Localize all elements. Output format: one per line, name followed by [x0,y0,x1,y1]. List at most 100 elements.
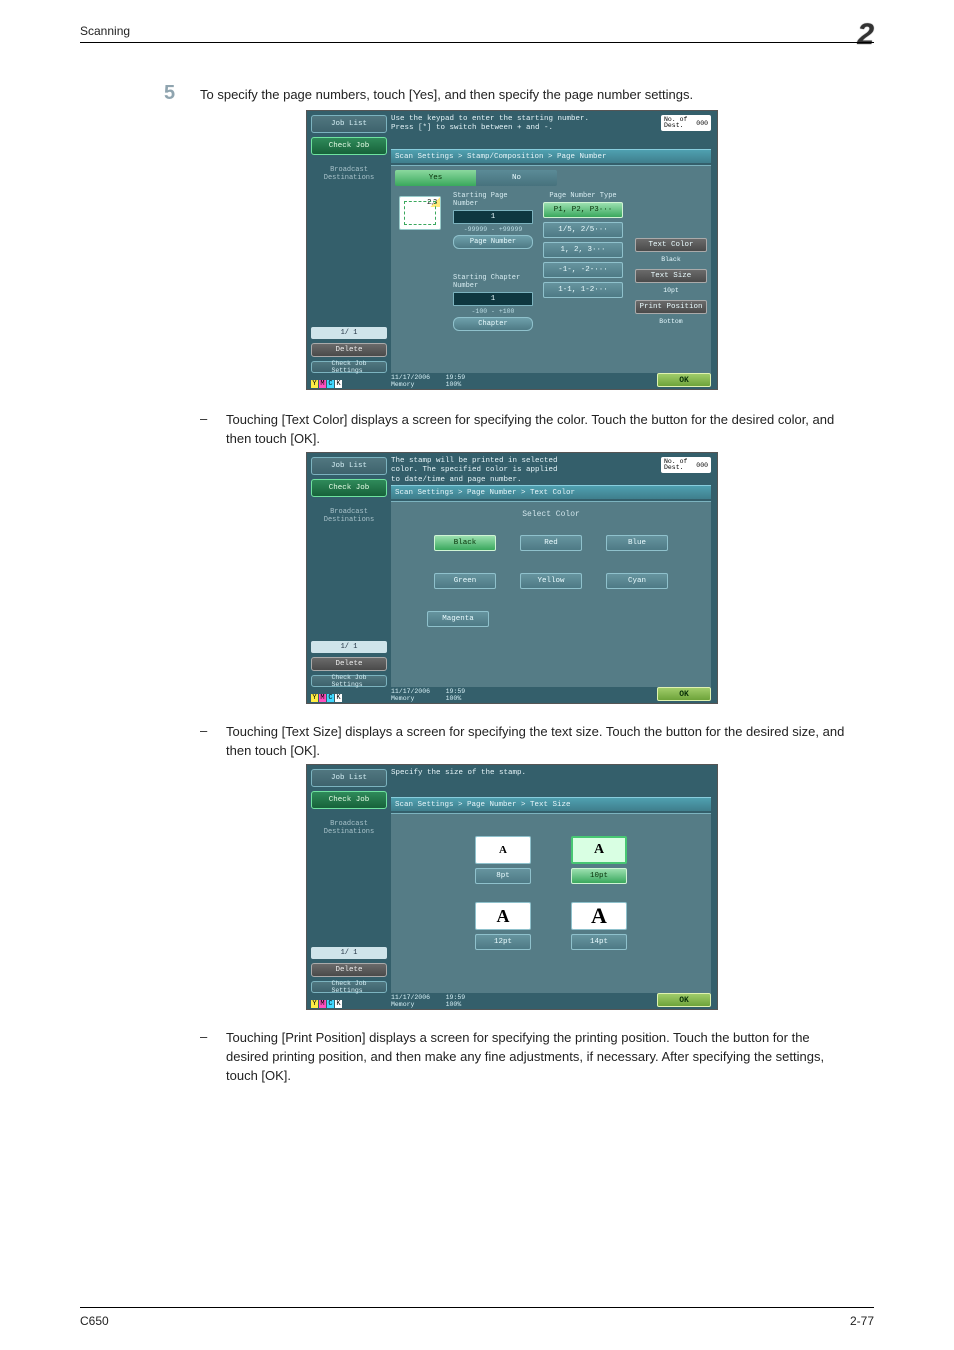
starting-chapter-range: -100 - +100 [453,308,533,315]
size-preview-12pt: A [475,902,531,930]
size-10pt[interactable]: 10pt [571,868,627,884]
header-rule [80,42,874,43]
check-job-settings-button[interactable]: Check Job Settings [311,675,387,687]
job-list-button[interactable]: Job List [311,457,387,475]
page-number-keypad-button[interactable]: Page Number [453,235,533,249]
preview-text: 2,3 [427,199,437,206]
delete-button[interactable]: Delete [311,657,387,671]
status-bar: 11/17/2006 19:59 Memory 100% [391,688,465,702]
starting-chapter-label: Starting Chapter Number [453,274,533,290]
broadcast-label: Broadcast Destinations [311,509,387,524]
color-red[interactable]: Red [520,535,582,551]
page-preview: 2,3 [399,196,441,230]
job-list-button[interactable]: Job List [311,769,387,787]
type-opt-15[interactable]: 1/5, 2/5··· [543,222,623,238]
text-color-value: Black [635,256,707,263]
size-8pt[interactable]: 8pt [475,868,531,884]
delete-button[interactable]: Delete [311,343,387,357]
toner-indicators: Y M C K [311,996,342,1008]
ok-button[interactable]: OK [657,687,711,701]
starting-page-range: -99999 - +99999 [453,226,533,233]
toner-k: K [335,694,342,702]
check-job-button[interactable]: Check Job [311,791,387,809]
size-14pt[interactable]: 14pt [571,934,627,950]
color-blue[interactable]: Blue [606,535,668,551]
dest-counter-label: No. of Dest. [664,117,687,130]
toner-c: C [327,1000,334,1008]
check-job-button[interactable]: Check Job [311,137,387,155]
size-12pt[interactable]: 12pt [475,934,531,950]
tip-text: Use the keypad to enter the starting num… [391,115,657,134]
bullet-c-text: Touching [Print Position] displays a scr… [226,1029,854,1086]
text-size-button[interactable]: Text Size [635,269,707,283]
footer-page: 2-77 [850,1314,874,1328]
check-job-settings-button[interactable]: Check Job Settings [311,981,387,993]
size-preview-10pt: A [571,836,627,864]
bullet-a-text: Touching [Text Color] displays a screen … [226,411,854,449]
bullet-dash: – [200,723,207,738]
type-opt-p1[interactable]: P1, P2, P3··· [543,202,623,218]
bullet-dash: – [200,1029,207,1044]
color-green[interactable]: Green [434,573,496,589]
type-opt-11[interactable]: 1-1, 1-2··· [543,282,623,298]
toner-m: M [319,1000,326,1008]
color-yellow[interactable]: Yellow [520,573,582,589]
size-preview-8pt: A [475,836,531,864]
status-bar: 11/17/2006 19:59 Memory 100% [391,994,465,1008]
starting-page-label: Starting Page Number [453,192,533,208]
status-bar: 11/17/2006 19:59 Memory 100% [391,374,465,388]
screenshot-text-color: Job List Check Job Broadcast Destination… [306,452,718,704]
page-counter: 1/ 1 [311,641,387,653]
toner-c: C [327,694,334,702]
color-magenta[interactable]: Magenta [427,611,489,627]
ok-button[interactable]: OK [657,993,711,1007]
tip-text: Specify the size of the stamp. [391,769,657,778]
color-black[interactable]: Black [434,535,496,551]
starting-chapter-value: 1 [453,292,533,306]
dest-counter: No. of Dest. 000 [661,457,711,473]
dest-counter-value: 000 [696,462,708,469]
dest-counter-value: 000 [696,120,708,127]
toner-y: Y [311,380,318,388]
color-cyan[interactable]: Cyan [606,573,668,589]
bullet-dash: – [200,411,207,426]
screenshot-text-size: Job List Check Job Broadcast Destination… [306,764,718,1010]
check-job-button[interactable]: Check Job [311,479,387,497]
select-color-heading: Select Color [391,502,711,525]
no-button[interactable]: No [476,170,557,186]
chapter-keypad-button[interactable]: Chapter [453,317,533,331]
breadcrumb: Scan Settings > Page Number > Text Size [391,797,711,811]
text-color-button[interactable]: Text Color [635,238,707,252]
step-number: 5 [164,82,175,105]
toner-indicators: Y M C K [311,690,342,702]
check-job-settings-button[interactable]: Check Job Settings [311,361,387,373]
text-size-value: 10pt [635,287,707,294]
page-counter: 1/ 1 [311,327,387,339]
page-header-section: Scanning [80,24,130,38]
delete-button[interactable]: Delete [311,963,387,977]
ok-button[interactable]: OK [657,373,711,387]
toner-indicators: Y M C K [311,376,342,388]
toner-y: Y [311,694,318,702]
breadcrumb: Scan Settings > Stamp/Composition > Page… [391,149,711,163]
toner-m: M [319,380,326,388]
print-position-button[interactable]: Print Position [635,300,707,314]
broadcast-label: Broadcast Destinations [311,821,387,836]
job-list-button[interactable]: Job List [311,115,387,133]
footer-rule [80,1307,874,1308]
type-opt-123[interactable]: 1, 2, 3··· [543,242,623,258]
toner-k: K [335,380,342,388]
toner-k: K [335,1000,342,1008]
size-preview-14pt: A [571,902,627,930]
print-position-value: Bottom [635,318,707,325]
toner-m: M [319,694,326,702]
toner-c: C [327,380,334,388]
bullet-b-text: Touching [Text Size] displays a screen f… [226,723,854,761]
footer-model: C650 [80,1314,109,1328]
page-counter: 1/ 1 [311,947,387,959]
type-opt-dash[interactable]: -1-, -2-··· [543,262,623,278]
dest-counter: No. of Dest. 000 [661,115,711,131]
page-number-type-label: Page Number Type [543,192,623,200]
starting-page-value: 1 [453,210,533,224]
yes-button[interactable]: Yes [395,170,476,186]
